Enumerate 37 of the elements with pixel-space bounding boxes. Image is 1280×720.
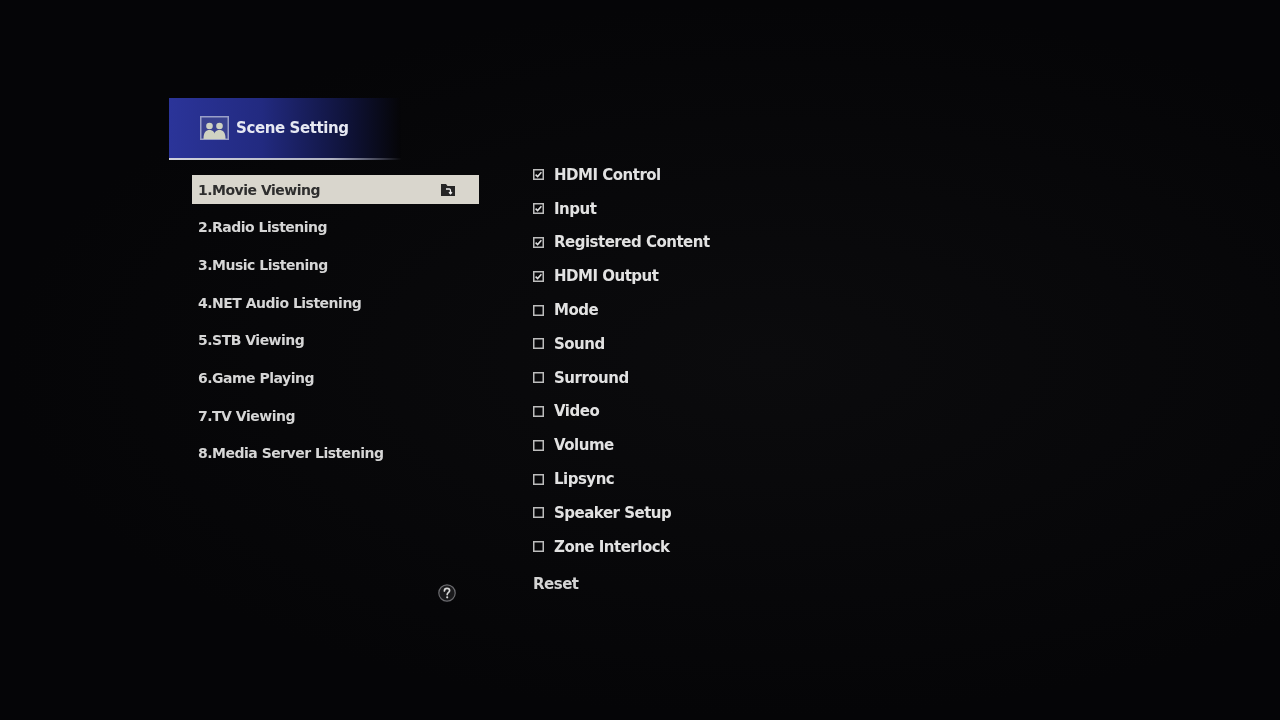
- scene-item[interactable]: 6.Game Playing: [192, 363, 479, 393]
- checkbox[interactable]: [533, 541, 544, 553]
- scene-item[interactable]: 1.Movie Viewing: [192, 175, 479, 204]
- checkbox[interactable]: [533, 237, 544, 248]
- option-label: Mode: [554, 301, 599, 320]
- scene-item[interactable]: 4.NET Audio Listening: [192, 288, 479, 318]
- checkbox[interactable]: [533, 405, 544, 417]
- option-label: HDMI Control: [554, 165, 661, 184]
- scene-item[interactable]: 8.Media Server Listening: [192, 438, 479, 468]
- checkbox[interactable]: [533, 270, 544, 282]
- scene-item[interactable]: 3.Music Listening: [192, 250, 479, 280]
- scene-item[interactable]: 7.TV Viewing: [192, 401, 479, 431]
- folder-arrow-icon: [441, 183, 455, 196]
- option-label: Sound: [554, 334, 605, 353]
- checkbox[interactable]: [533, 372, 544, 384]
- checkbox[interactable]: [533, 203, 544, 215]
- scene-item[interactable]: 5.STB Viewing: [192, 325, 479, 355]
- option-label: Volume: [554, 436, 614, 455]
- checkbox[interactable]: [533, 304, 544, 316]
- option-label: HDMI Output: [554, 267, 659, 286]
- option-label: Surround: [554, 368, 629, 387]
- option-label: Video: [554, 402, 600, 421]
- option-label: Lipsync: [554, 470, 615, 489]
- help-icon[interactable]: [438, 583, 456, 602]
- checkbox[interactable]: [533, 473, 544, 485]
- scene-item[interactable]: 2.Radio Listening: [192, 212, 479, 242]
- checkbox[interactable]: [533, 338, 544, 350]
- checkbox[interactable]: [533, 507, 544, 519]
- option-label: Input: [554, 199, 597, 218]
- checkbox[interactable]: [533, 439, 544, 451]
- header-title: Scene Setting: [236, 119, 349, 137]
- reset-link[interactable]: Reset: [533, 566, 579, 601]
- checkbox[interactable]: [533, 169, 544, 181]
- people-frame-icon: [200, 116, 229, 140]
- option-label: Registered Content: [554, 233, 710, 252]
- option-label: Zone Interlock: [554, 537, 670, 556]
- option-label: Speaker Setup: [554, 503, 672, 522]
